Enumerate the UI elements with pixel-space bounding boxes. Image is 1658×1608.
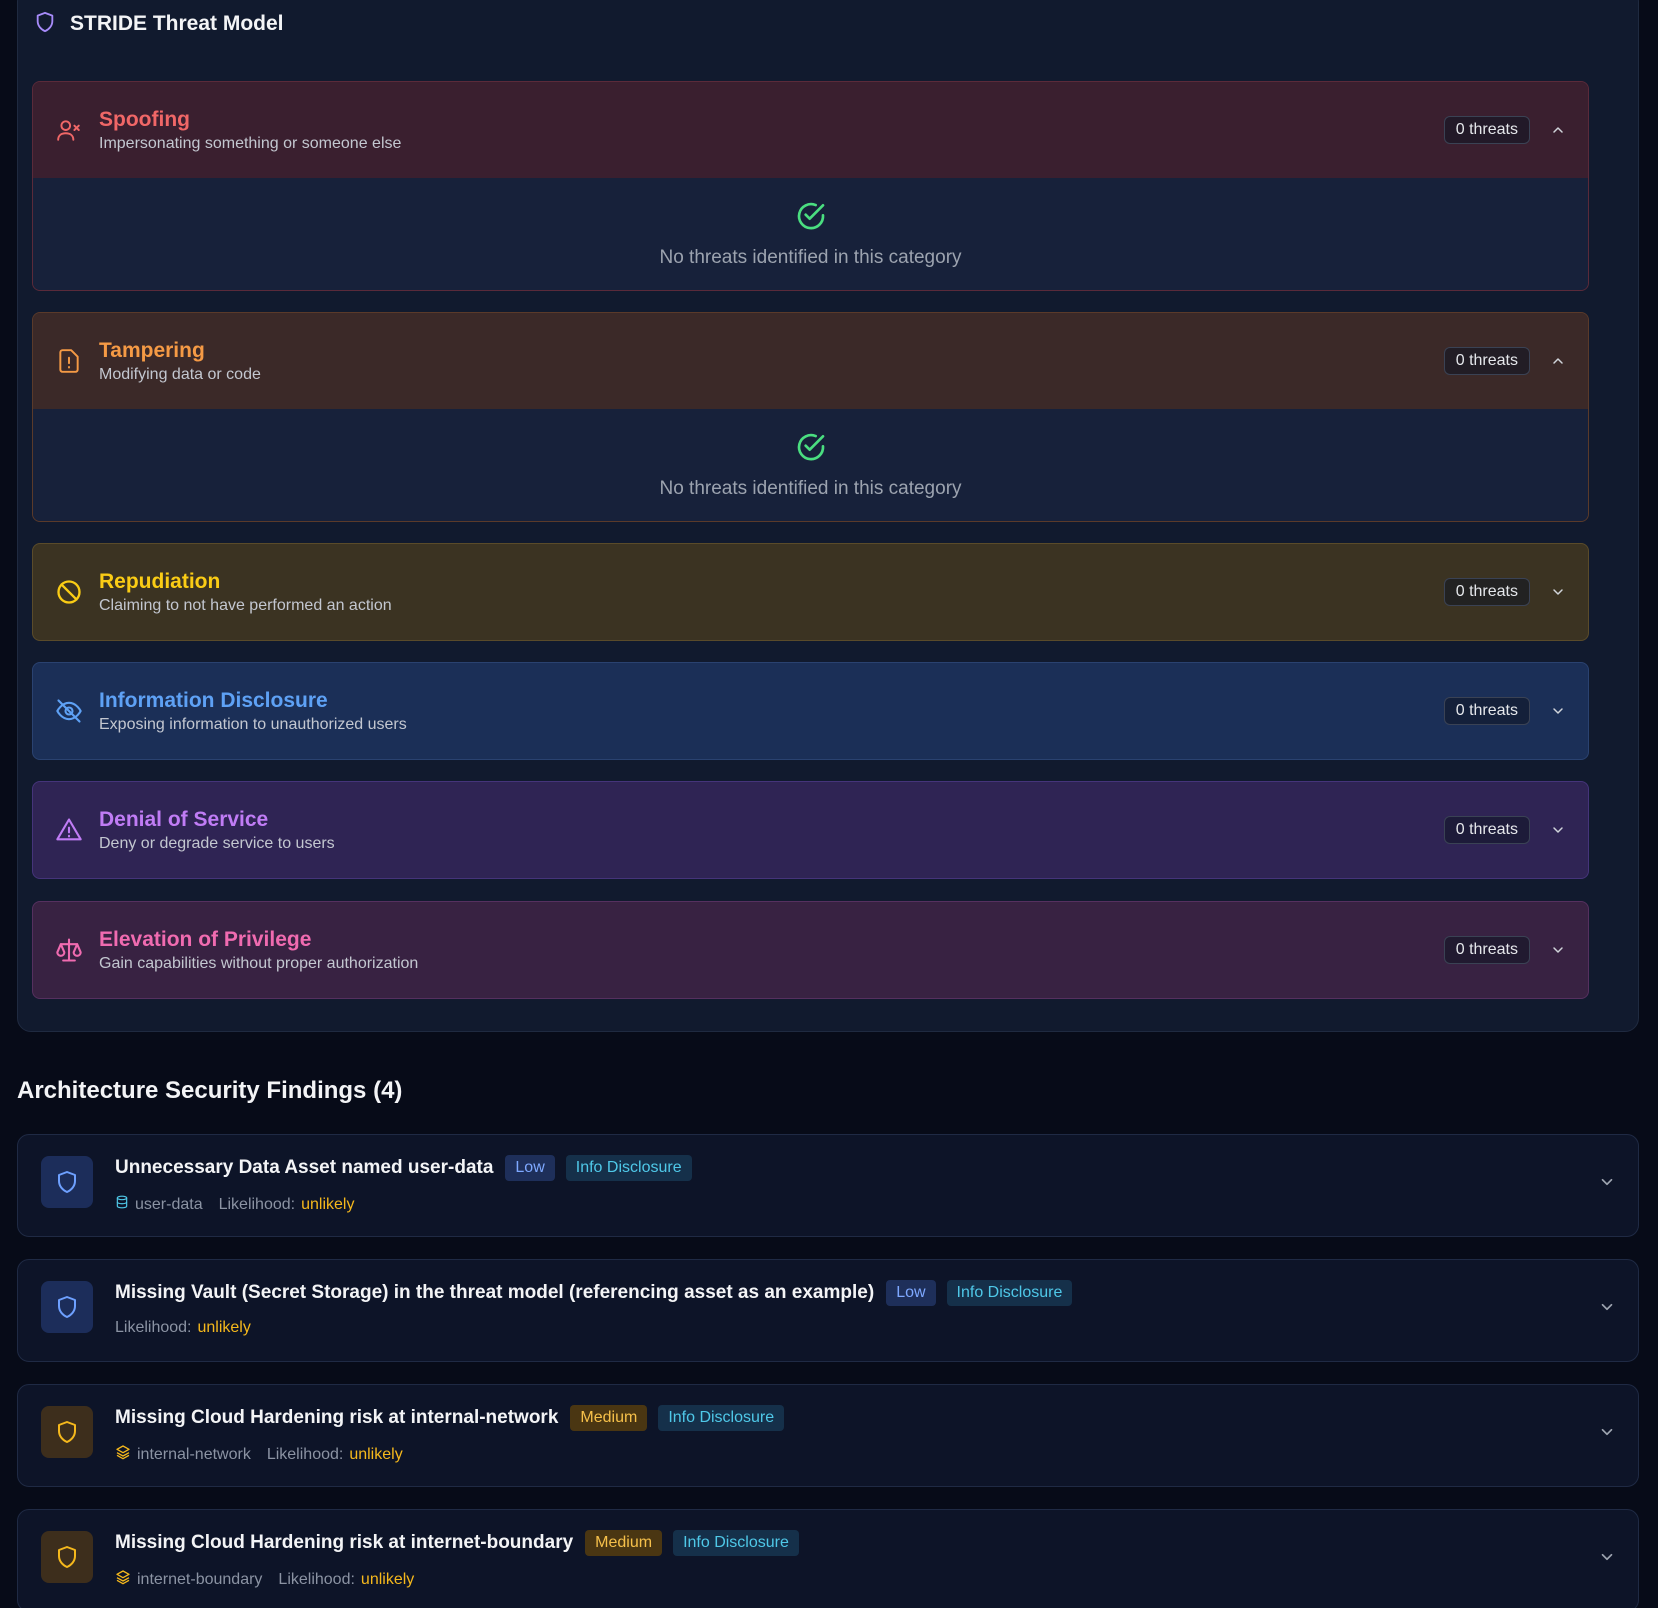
category-repudiation: Repudiation Claiming to not have perform… [32, 543, 1589, 641]
likelihood-value: unlikely [349, 1445, 403, 1463]
category-information-disclosure: Information Disclosure Exposing informat… [32, 662, 1589, 760]
layers-icon [115, 1569, 131, 1590]
chevron-down-icon[interactable] [1598, 1298, 1616, 1321]
likelihood-value: unlikely [197, 1319, 251, 1336]
warning-triangle-icon [55, 816, 83, 844]
stride-header: STRIDE Threat Model [34, 10, 284, 38]
category-header[interactable]: Spoofing Impersonating something or some… [33, 82, 1588, 178]
finding-card[interactable]: Missing Cloud Hardening risk at internal… [17, 1384, 1639, 1487]
category-description: Gain capabilities without proper authori… [99, 955, 419, 972]
asset-name: user-data [135, 1195, 203, 1213]
empty-message: No threats identified in this category [659, 246, 962, 268]
likelihood-label: Likelihood: [218, 1195, 296, 1213]
chevron-up-icon[interactable] [1548, 120, 1568, 140]
threat-count-badge: 0 threats [1443, 697, 1530, 725]
file-alert-icon [55, 347, 83, 375]
category-description: Impersonating something or someone else [99, 135, 402, 152]
severity-badge: Low [505, 1155, 555, 1181]
category-title: Elevation of Privilege [99, 928, 312, 951]
threat-count-badge: 0 threats [1443, 578, 1530, 606]
scale-icon [55, 936, 83, 964]
threat-count-badge: 0 threats [1443, 347, 1530, 375]
category-header[interactable]: Tampering Modifying data or code 0 threa… [33, 313, 1588, 409]
category-spoofing: Spoofing Impersonating something or some… [32, 81, 1589, 291]
check-circle-icon [795, 431, 827, 468]
chevron-down-icon[interactable] [1548, 582, 1568, 602]
finding-card[interactable]: Unnecessary Data Asset named user-data L… [17, 1134, 1639, 1237]
category-title: Spoofing [99, 108, 190, 131]
category-description: Deny or degrade service to users [99, 835, 335, 852]
category-header[interactable]: Information Disclosure Exposing informat… [33, 663, 1588, 759]
chevron-down-icon[interactable] [1598, 1423, 1616, 1446]
finding-card[interactable]: Missing Vault (Secret Storage) in the th… [17, 1259, 1639, 1362]
chevron-up-icon[interactable] [1548, 351, 1568, 371]
shield-icon [41, 1281, 93, 1333]
shield-icon [41, 1406, 93, 1458]
finding-title: Missing Cloud Hardening risk at internal… [115, 1407, 559, 1428]
likelihood-label: Likelihood: [115, 1319, 192, 1336]
chevron-down-icon[interactable] [1548, 701, 1568, 721]
chevron-down-icon[interactable] [1548, 820, 1568, 840]
user-x-icon [55, 116, 83, 144]
category-body: No threats identified in this category [33, 409, 1588, 521]
category-description: Exposing information to unauthorized use… [99, 716, 407, 733]
asset-name: internal-network [137, 1445, 251, 1463]
category-title: Repudiation [99, 570, 221, 593]
chevron-down-icon[interactable] [1548, 940, 1568, 960]
threat-count-badge: 0 threats [1443, 816, 1530, 844]
category-tampering: Tampering Modifying data or code 0 threa… [32, 312, 1589, 522]
likelihood-value: unlikely [301, 1195, 355, 1213]
category-header[interactable]: Elevation of Privilege Gain capabilities… [33, 902, 1588, 998]
shield-icon [34, 10, 56, 39]
category-badge: Info Disclosure [658, 1405, 785, 1431]
category-description: Modifying data or code [99, 366, 261, 383]
ban-icon [55, 578, 83, 606]
finding-card[interactable]: Missing Cloud Hardening risk at internet… [17, 1509, 1639, 1608]
category-title: Denial of Service [99, 808, 269, 831]
eye-off-icon [55, 697, 83, 725]
likelihood-label: Likelihood: [266, 1445, 344, 1463]
severity-badge: Low [886, 1280, 936, 1306]
threat-count-badge: 0 threats [1443, 116, 1530, 144]
layers-icon [115, 1444, 131, 1465]
chevron-down-icon[interactable] [1598, 1173, 1616, 1196]
finding-title: Missing Vault (Secret Storage) in the th… [115, 1282, 875, 1303]
finding-title: Unnecessary Data Asset named user-data [115, 1157, 494, 1178]
threat-count-badge: 0 threats [1443, 936, 1530, 964]
empty-message: No threats identified in this category [659, 477, 962, 499]
category-title: Tampering [99, 339, 205, 362]
shield-icon [41, 1531, 93, 1583]
check-circle-icon [795, 200, 827, 237]
chevron-down-icon[interactable] [1598, 1548, 1616, 1571]
database-icon [115, 1194, 129, 1215]
category-title: Information Disclosure [99, 689, 328, 712]
category-denial-of-service: Denial of Service Deny or degrade servic… [32, 781, 1589, 879]
category-header[interactable]: Repudiation Claiming to not have perform… [33, 544, 1588, 640]
severity-badge: Medium [570, 1405, 648, 1431]
category-badge: Info Disclosure [946, 1280, 1073, 1306]
likelihood-value: unlikely [360, 1570, 415, 1588]
stride-title: STRIDE Threat Model [70, 12, 284, 35]
category-header[interactable]: Denial of Service Deny or degrade servic… [33, 782, 1588, 878]
category-elevation-of-privilege: Elevation of Privilege Gain capabilities… [32, 901, 1589, 999]
findings-title: Architecture Security Findings (4) [17, 1077, 403, 1104]
likelihood-label: Likelihood: [278, 1570, 355, 1588]
finding-title: Missing Cloud Hardening risk at internet… [115, 1532, 574, 1553]
category-badge: Info Disclosure [565, 1155, 692, 1181]
category-body: No threats identified in this category [33, 178, 1588, 290]
category-badge: Info Disclosure [673, 1530, 799, 1556]
asset-name: internet-boundary [137, 1570, 263, 1588]
shield-icon [41, 1156, 93, 1208]
severity-badge: Medium [585, 1530, 663, 1556]
category-description: Claiming to not have performed an action [99, 597, 392, 614]
